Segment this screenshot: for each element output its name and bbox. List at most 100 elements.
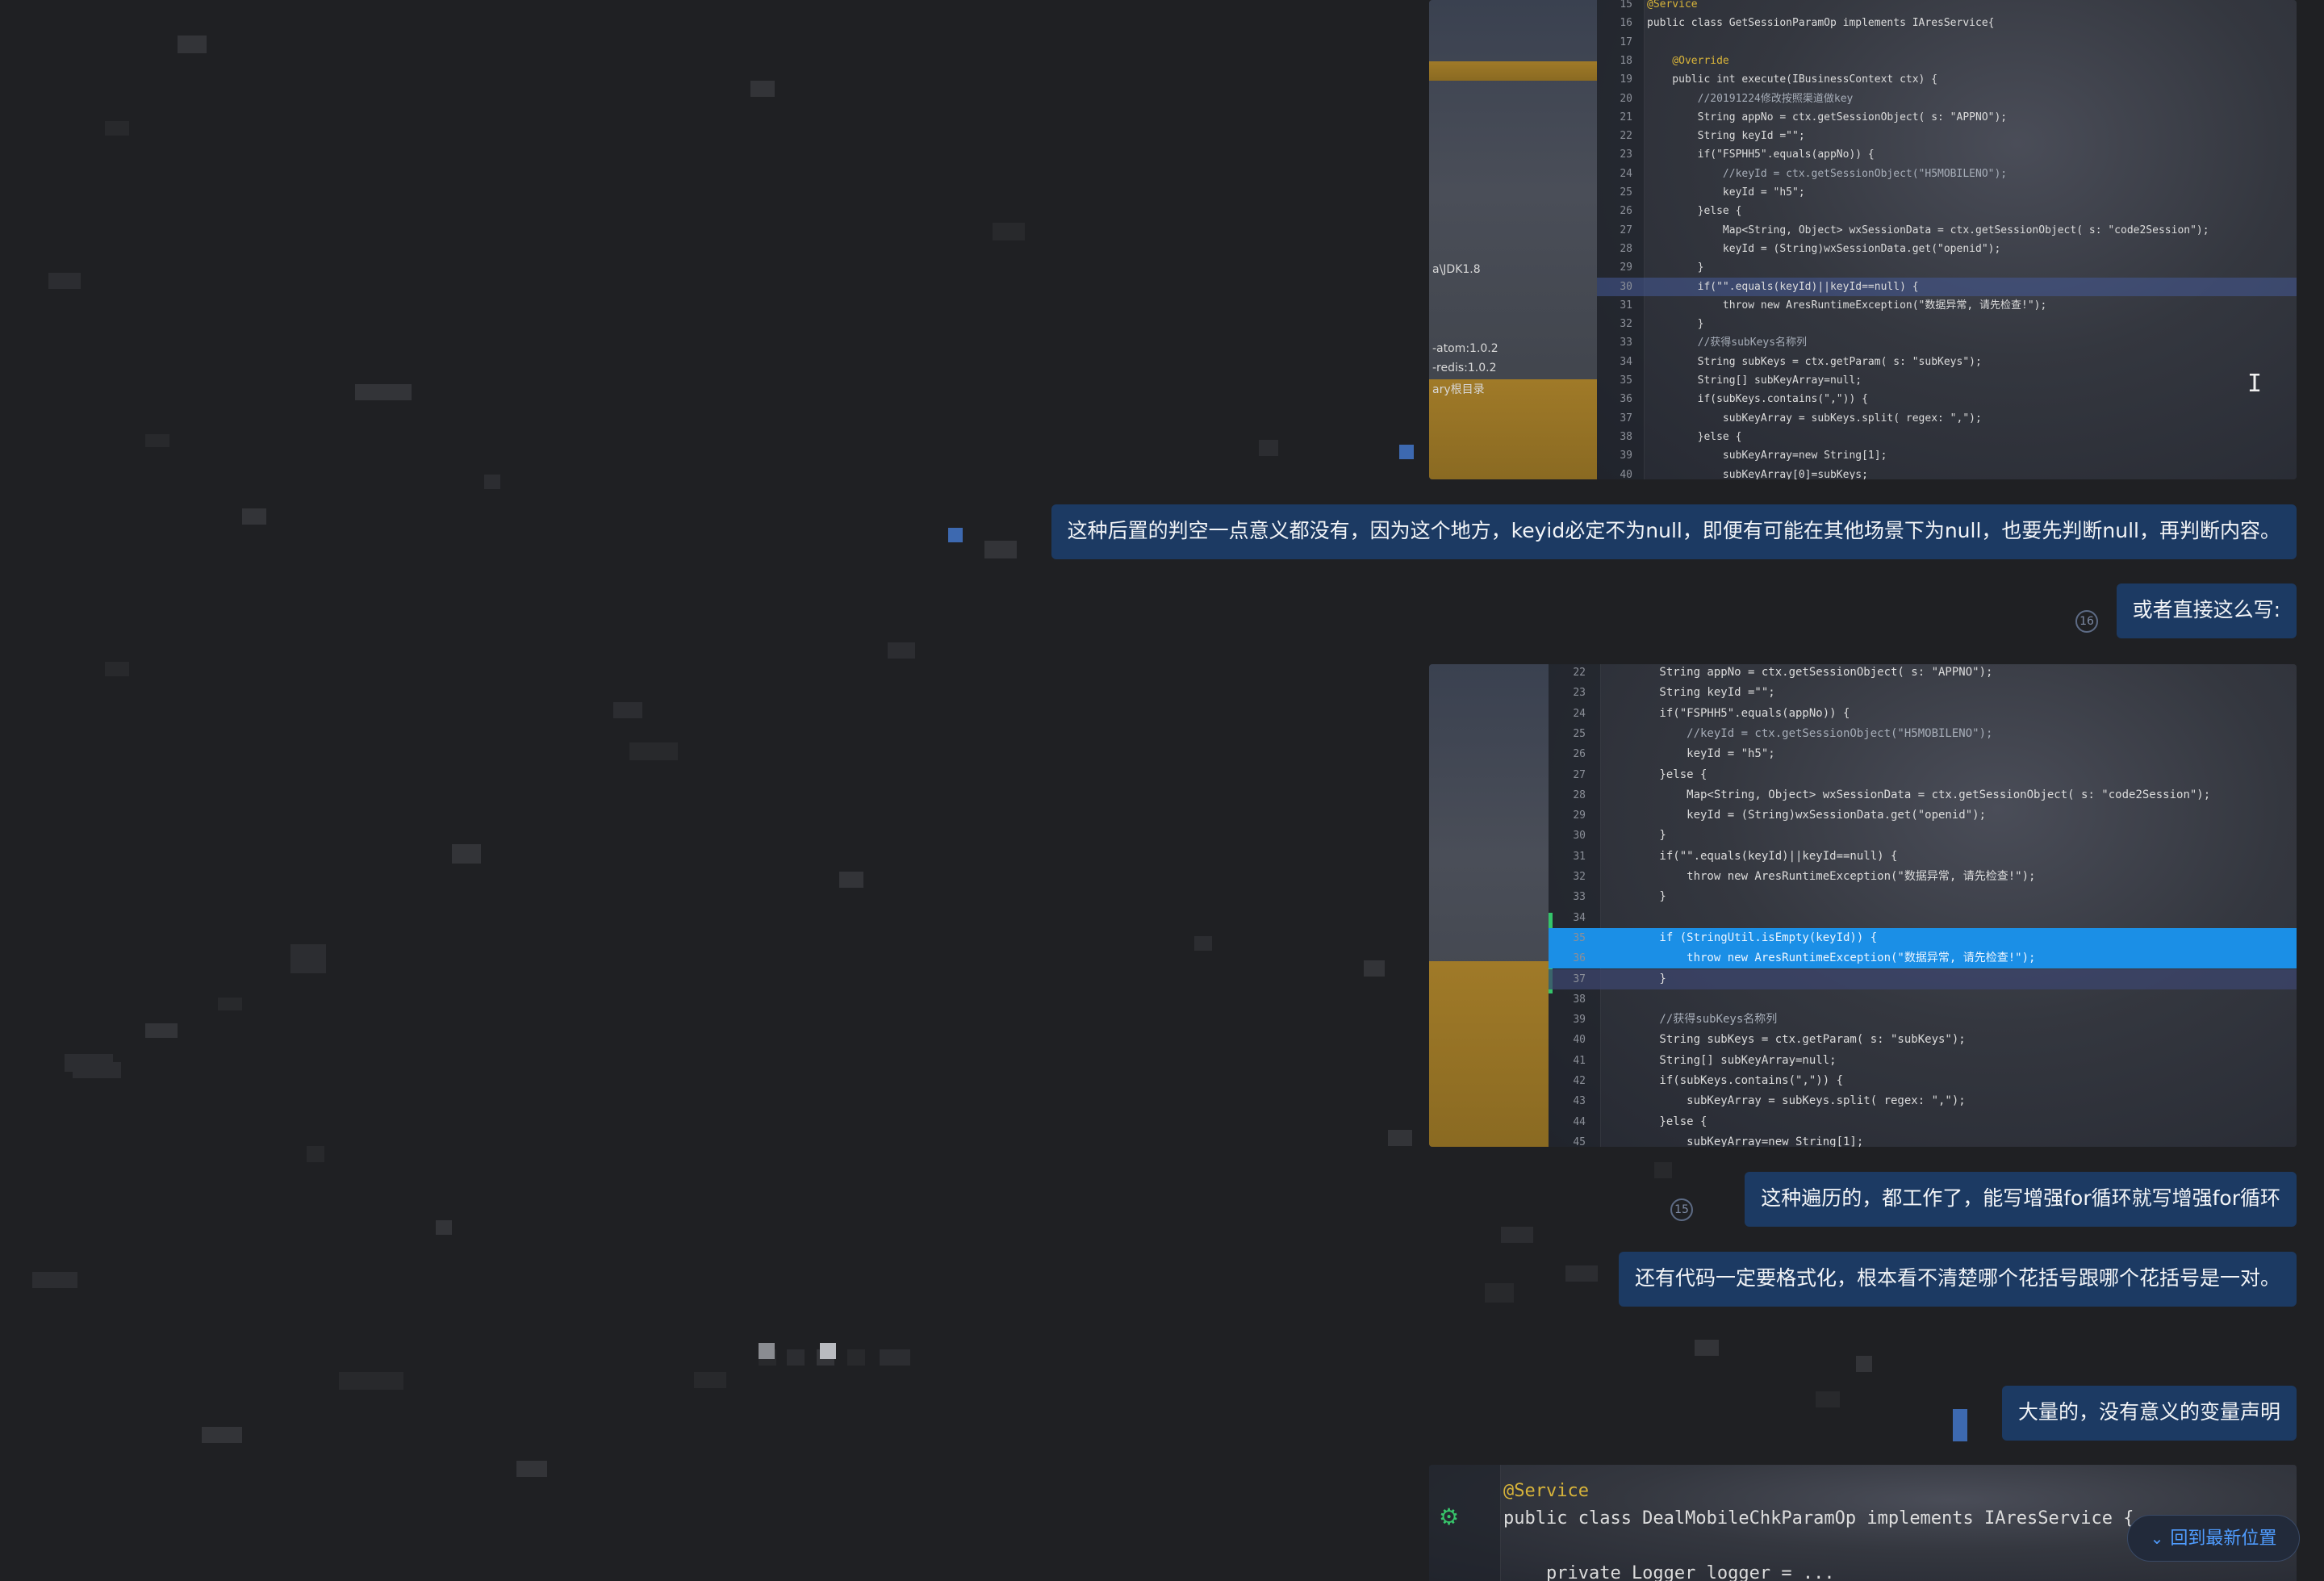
noise-pixel xyxy=(694,1372,726,1388)
back-to-latest-button[interactable]: ⌄ 回到最新位置 xyxy=(2127,1515,2300,1562)
line-number: 18 xyxy=(1620,54,1632,67)
line-number: 22 xyxy=(1573,667,1586,679)
noise-pixel xyxy=(787,1349,805,1366)
read-count-badge[interactable]: 15 xyxy=(1670,1198,1693,1221)
chat-window: a\JDK1.8 -atom:1.0.2 -redis:1.0.2 ary根目录… xyxy=(0,0,2324,1581)
code-line: 39 subKeyArray=new String[1]; xyxy=(1597,446,2297,465)
code-text: } xyxy=(1647,318,1704,331)
code-line: 23 if("FSPHH5".equals(appNo)) { xyxy=(1597,145,2297,164)
noise-pixel xyxy=(1388,1130,1412,1146)
line-number: 15 xyxy=(1620,0,1632,10)
code-text: throw new AresRuntimeException("数据异常, 请先… xyxy=(1647,299,2047,312)
code-text: String keyId =""; xyxy=(1647,130,1805,143)
code-screenshot-1[interactable]: a\JDK1.8 -atom:1.0.2 -redis:1.0.2 ary根目录… xyxy=(1429,0,2297,479)
code-line: 17 xyxy=(1597,33,2297,52)
noise-pixel xyxy=(145,1023,178,1038)
code-line: 15 @Service xyxy=(1597,0,2297,14)
code-text: subKeyArray = subKeys.split( regex: ",")… xyxy=(1605,1094,1966,1108)
code-text: } xyxy=(1605,972,1666,985)
code-text: @Service xyxy=(1647,0,1698,10)
chat-message[interactable]: 这种遍历的，都工作了，能写增强for循环就写增强for循环 xyxy=(1745,1172,2297,1227)
chat-message[interactable]: 大量的，没有意义的变量声明 xyxy=(2001,1386,2297,1441)
code-line: 34 String subKeys = ctx.getParam( s: "su… xyxy=(1597,353,2297,371)
line-number: 20 xyxy=(1620,92,1632,105)
code-text: if("FSPHH5".equals(appNo)) { xyxy=(1647,148,1875,161)
line-number: 34 xyxy=(1573,911,1586,924)
noise-pixel xyxy=(48,273,81,289)
line-number: 22 xyxy=(1620,130,1632,143)
noise-pixel xyxy=(880,1349,910,1366)
code-text: @Override xyxy=(1647,54,1729,67)
code-line: 31 throw new AresRuntimeException("数据异常,… xyxy=(1597,296,2297,315)
code-line: 25 //keyId = ctx.getSessionObject("H5MOB… xyxy=(1549,724,2297,744)
double-chevron-down-icon: ⌄ xyxy=(2150,1529,2164,1548)
code-text: if("FSPHH5".equals(appNo)) { xyxy=(1605,706,1850,720)
noise-pixel xyxy=(888,642,915,659)
code-text: Map<String, Object> wxSessionData = ctx.… xyxy=(1647,224,2209,236)
message-status-icon xyxy=(1399,445,1414,459)
code-text: if (StringUtil.isEmpty(keyId)) { xyxy=(1605,931,1878,944)
noise-pixel xyxy=(307,1146,324,1162)
line-number: 39 xyxy=(1620,450,1632,462)
line-number: 32 xyxy=(1620,318,1632,331)
code-screenshot-2[interactable]: 22 String appNo = ctx.getSessionObject( … xyxy=(1429,664,2297,1147)
chat-message[interactable]: 这种后置的判空一点意义都没有，因为这个地方，keyid必定不为null，即便有可… xyxy=(1051,504,2297,559)
code-text: subKeyArray=new String[1]; xyxy=(1647,450,1887,462)
code-line: 16 public class GetSessionParamOp impleme… xyxy=(1597,14,2297,32)
line-number: 29 xyxy=(1620,261,1632,274)
code-text: subKeyArray = subKeys.split( regex: ",")… xyxy=(1647,412,1982,425)
line-number: 28 xyxy=(1620,242,1632,255)
line-number: 42 xyxy=(1573,1075,1586,1087)
library-label: ary根目录 xyxy=(1432,383,1485,396)
chat-message[interactable]: 或者直接这么写: xyxy=(2116,583,2297,638)
line-number: 39 xyxy=(1573,1014,1586,1027)
code-text: }else { xyxy=(1647,205,1742,218)
code-text: if("".equals(keyId)||keyId==null) { xyxy=(1605,849,1898,863)
noise-pixel xyxy=(1364,960,1385,977)
code-line: 37 subKeyArray = subKeys.split( regex: "… xyxy=(1597,409,2297,428)
code-line: 35 if (StringUtil.isEmpty(keyId)) { xyxy=(1549,927,2297,949)
code-line: 19 public int execute(IBusinessContext c… xyxy=(1597,70,2297,89)
code-text: keyId = "h5"; xyxy=(1605,747,1775,761)
code-text: //20191224修改按照渠道做key xyxy=(1647,92,1854,105)
noise-pixel xyxy=(1259,440,1278,456)
line-number: 40 xyxy=(1573,1034,1586,1047)
noise-pixel xyxy=(759,1343,775,1359)
noise-pixel xyxy=(1501,1227,1533,1243)
noise-pixel xyxy=(202,1427,242,1443)
project-sidebar: a\JDK1.8 -atom:1.0.2 -redis:1.0.2 ary根目录 xyxy=(1429,0,1597,479)
message-text: 这种后置的判空一点意义都没有，因为这个地方，keyid必定不为null，即便有可… xyxy=(1067,519,2280,542)
line-number: 44 xyxy=(1573,1115,1586,1128)
code-line: 37 } xyxy=(1549,968,2297,989)
code-text: String subKeys = ctx.getParam( s: "subKe… xyxy=(1605,1033,1966,1047)
line-number: 33 xyxy=(1573,891,1586,904)
read-count-badge[interactable]: 16 xyxy=(2075,610,2098,633)
code-line: 38 }else { xyxy=(1597,428,2297,446)
line-number: 24 xyxy=(1573,707,1586,720)
code-line: 18 @Override xyxy=(1597,52,2297,70)
noise-pixel xyxy=(145,434,169,447)
code-line: 34 xyxy=(1549,908,2297,928)
line-number: 31 xyxy=(1620,299,1632,312)
line-number: 37 xyxy=(1620,412,1632,425)
line-number: 35 xyxy=(1573,931,1586,944)
code-line: private Logger logger = ... xyxy=(1429,1560,2297,1581)
code-text: String keyId =""; xyxy=(1605,686,1775,700)
code-text: Map<String, Object> wxSessionData = ctx.… xyxy=(1605,788,2211,801)
code-text: //keyId = ctx.getSessionObject("H5MOBILE… xyxy=(1605,726,1993,740)
code-line: 35 String[] subKeyArray=null; xyxy=(1597,371,2297,390)
line-number: 38 xyxy=(1573,993,1586,1006)
line-number: 36 xyxy=(1573,952,1586,965)
code-line: 27 Map<String, Object> wxSessionData = c… xyxy=(1597,221,2297,240)
code-line: 25 keyId = "h5"; xyxy=(1597,183,2297,202)
code-line: 33 } xyxy=(1549,887,2297,907)
library-label: -atom:1.0.2 xyxy=(1432,342,1498,355)
code-text: String appNo = ctx.getSessionObject( s: … xyxy=(1647,111,2008,123)
chat-message[interactable]: 还有代码一定要格式化，根本看不清楚哪个花括号跟哪个花括号是一对。 xyxy=(1618,1252,2297,1307)
code-line: 40 String subKeys = ctx.getParam( s: "su… xyxy=(1549,1030,2297,1050)
line-number: 30 xyxy=(1620,280,1632,293)
code-text: if(subKeys.contains(",")) { xyxy=(1605,1074,1844,1087)
code-text: public class GetSessionParamOp implement… xyxy=(1647,17,1995,30)
code-line: 32 throw new AresRuntimeException("数据异常,… xyxy=(1549,867,2297,887)
line-number: 26 xyxy=(1573,748,1586,761)
